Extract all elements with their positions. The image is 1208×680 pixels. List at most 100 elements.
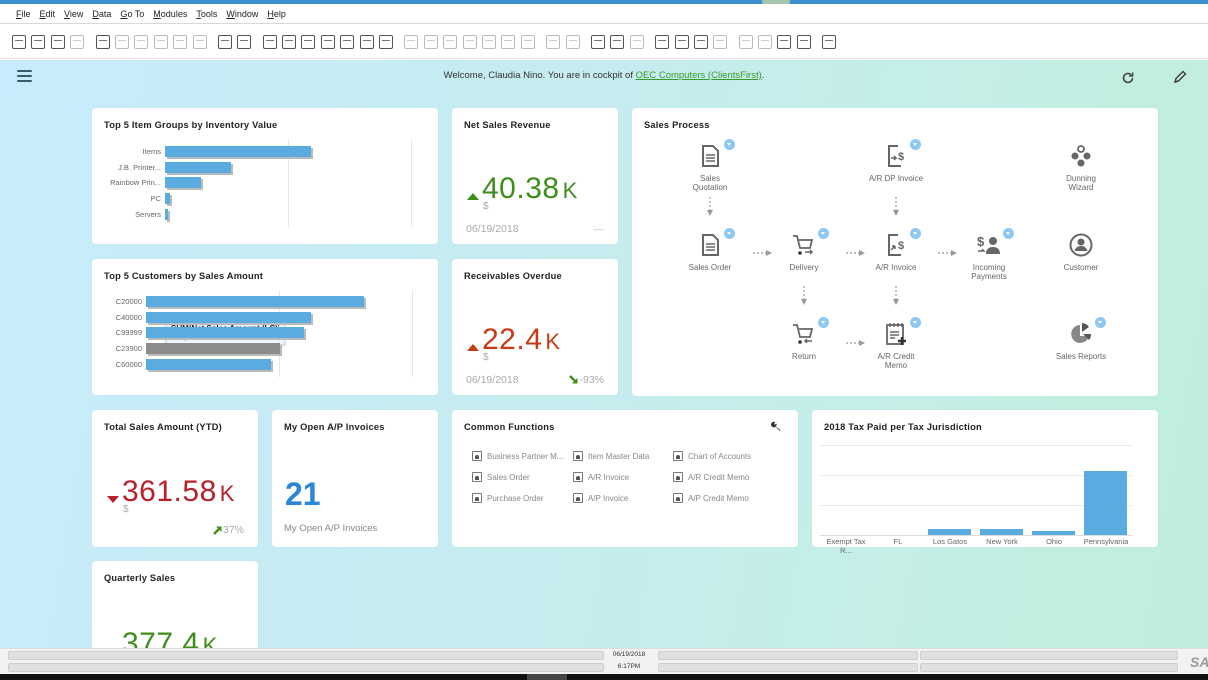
menu-go-to[interactable]: Go To	[120, 9, 144, 19]
bar-rainbow-prin-[interactable]	[165, 177, 201, 189]
edit-icon[interactable]	[546, 34, 561, 49]
dropdown-badge-icon[interactable]	[910, 317, 921, 328]
bar-c23900[interactable]	[146, 343, 281, 355]
reports-icon[interactable]	[777, 34, 792, 49]
move-icon[interactable]	[173, 34, 188, 49]
bar-c99999[interactable]	[146, 327, 305, 339]
help-icon[interactable]	[822, 34, 837, 49]
menu-help[interactable]: Help	[267, 9, 286, 19]
bar-j-b-printer-[interactable]	[165, 161, 231, 173]
common-function-a-r-invoice[interactable]: A/R Invoice	[573, 472, 629, 482]
bar-servers[interactable]	[165, 208, 168, 220]
process-node-sales-reports[interactable]: Sales Reports	[1041, 317, 1121, 361]
last-record-icon[interactable]	[320, 34, 335, 49]
dropdown-badge-icon[interactable]	[818, 317, 829, 328]
draft-icon[interactable]	[590, 34, 605, 49]
payment-means-icon[interactable]	[462, 34, 477, 49]
find-icon[interactable]	[217, 34, 232, 49]
sort-icon[interactable]	[379, 34, 394, 49]
common-function-a-p-invoice[interactable]: A/P Invoice	[573, 493, 628, 503]
target-document-icon[interactable]	[423, 34, 438, 49]
messages-icon[interactable]	[674, 34, 689, 49]
process-node-sales-quotation[interactable]: Sales Quotation	[670, 139, 750, 192]
print-layout-icon[interactable]	[95, 34, 110, 49]
bar-new-york[interactable]	[980, 529, 1023, 535]
excel-icon[interactable]	[114, 34, 129, 49]
process-node-ar-credit-memo[interactable]: A/R Credit Memo	[856, 317, 936, 370]
dropdown-badge-icon[interactable]	[1095, 317, 1106, 328]
process-node-customer[interactable]: Customer	[1041, 232, 1121, 272]
alert-icon[interactable]	[629, 34, 644, 49]
common-function-chart-of-accounts[interactable]: Chart of Accounts	[673, 451, 751, 461]
base-document-icon[interactable]	[404, 34, 419, 49]
menu-tools[interactable]: Tools	[196, 9, 217, 19]
common-function-a-r-credit-memo[interactable]: A/R Credit Memo	[673, 472, 749, 482]
menu-modules[interactable]: Modules	[153, 9, 187, 19]
common-function-a-p-credit-memo[interactable]: A/P Credit Memo	[673, 493, 749, 503]
print-icon[interactable]	[31, 34, 46, 49]
bar-items[interactable]	[165, 146, 311, 157]
common-function-business-partner-m[interactable]: Business Partner M...	[472, 451, 563, 461]
pdf-icon[interactable]	[70, 34, 85, 49]
card-receivables-overdue[interactable]: Receivables Overdue 22.4 K $ 06/19/2018 -…	[452, 259, 618, 395]
refresh-icon[interactable]	[1120, 70, 1136, 86]
display-icon[interactable]	[738, 34, 753, 49]
dropdown-badge-icon[interactable]	[818, 228, 829, 239]
dropdown-badge-icon[interactable]	[1003, 228, 1014, 239]
widgets-icon[interactable]	[758, 34, 773, 49]
bar-c20000[interactable]	[146, 296, 365, 307]
message-icon[interactable]	[610, 34, 625, 49]
journal-icon[interactable]	[501, 34, 516, 49]
add-icon[interactable]	[237, 34, 252, 49]
org-chart-icon[interactable]	[713, 34, 728, 49]
common-function-item-master-data[interactable]: Item Master Data	[573, 451, 649, 461]
process-node-sales-order[interactable]: Sales Order	[670, 228, 750, 272]
common-function-purchase-order[interactable]: Purchase Order	[472, 493, 543, 503]
process-node-delivery[interactable]: Delivery	[764, 228, 844, 272]
layout-icon[interactable]	[192, 34, 207, 49]
bar-ohio[interactable]	[1032, 531, 1075, 535]
bar-c40000[interactable]	[146, 311, 312, 323]
process-node-ar-dp-invoice[interactable]: $ A/R DP Invoice	[856, 139, 936, 183]
process-node-return[interactable]: Return	[764, 317, 844, 361]
menu-data[interactable]: Data	[92, 9, 111, 19]
common-function-sales-order[interactable]: Sales Order	[472, 472, 530, 482]
process-node-dunning-wizard[interactable]: Dunning Wizard	[1041, 143, 1121, 192]
calendar-icon[interactable]	[693, 34, 708, 49]
analytics-icon[interactable]	[796, 34, 811, 49]
transaction-journal-icon[interactable]	[520, 34, 535, 49]
dropdown-badge-icon[interactable]	[910, 139, 921, 150]
bar-pennsylvania[interactable]	[1084, 471, 1127, 535]
preview-icon[interactable]	[12, 34, 26, 49]
card-open-ap-invoices[interactable]: My Open A/P Invoices 21 My Open A/P Invo…	[272, 410, 438, 547]
menu-window[interactable]: Window	[226, 9, 258, 19]
refresh-record-icon[interactable]	[340, 34, 355, 49]
export-icon[interactable]	[153, 34, 168, 49]
card-quarterly-sales[interactable]: Quarterly Sales 377.4 K	[92, 561, 258, 648]
process-node-incoming-payments[interactable]: $ Incoming Payments	[949, 228, 1029, 281]
company-link[interactable]: OEC Computers (ClientsFirst)	[636, 70, 762, 81]
activity-icon[interactable]	[655, 34, 670, 49]
bar-pc[interactable]	[165, 193, 170, 205]
word-icon[interactable]	[134, 34, 149, 49]
menu-edit[interactable]: Edit	[40, 9, 56, 19]
edit-pencil-icon[interactable]	[1172, 69, 1188, 85]
menu-view[interactable]: View	[64, 9, 83, 19]
card-net-sales-revenue[interactable]: Net Sales Revenue 40.38 K $ 06/19/2018 --…	[452, 108, 618, 244]
email-icon[interactable]	[50, 34, 65, 49]
wrench-settings-icon[interactable]	[770, 420, 782, 432]
previous-record-icon[interactable]	[282, 34, 297, 49]
bar-los-gatos[interactable]	[928, 529, 971, 535]
first-record-icon[interactable]	[262, 34, 277, 49]
bar-c60000[interactable]	[146, 358, 272, 370]
settings-icon[interactable]	[565, 34, 580, 49]
dropdown-badge-icon[interactable]	[910, 228, 921, 239]
dropdown-badge-icon[interactable]	[724, 228, 735, 239]
next-record-icon[interactable]	[301, 34, 316, 49]
dropdown-badge-icon[interactable]	[724, 139, 735, 150]
process-node-ar-invoice[interactable]: $ A/R Invoice	[856, 228, 936, 272]
card-total-sales-amount[interactable]: Total Sales Amount (YTD) 361.58 K $ 37%	[92, 410, 258, 547]
gross-profit-icon[interactable]	[443, 34, 458, 49]
filter-icon[interactable]	[359, 34, 374, 49]
balance-icon[interactable]	[481, 34, 496, 49]
